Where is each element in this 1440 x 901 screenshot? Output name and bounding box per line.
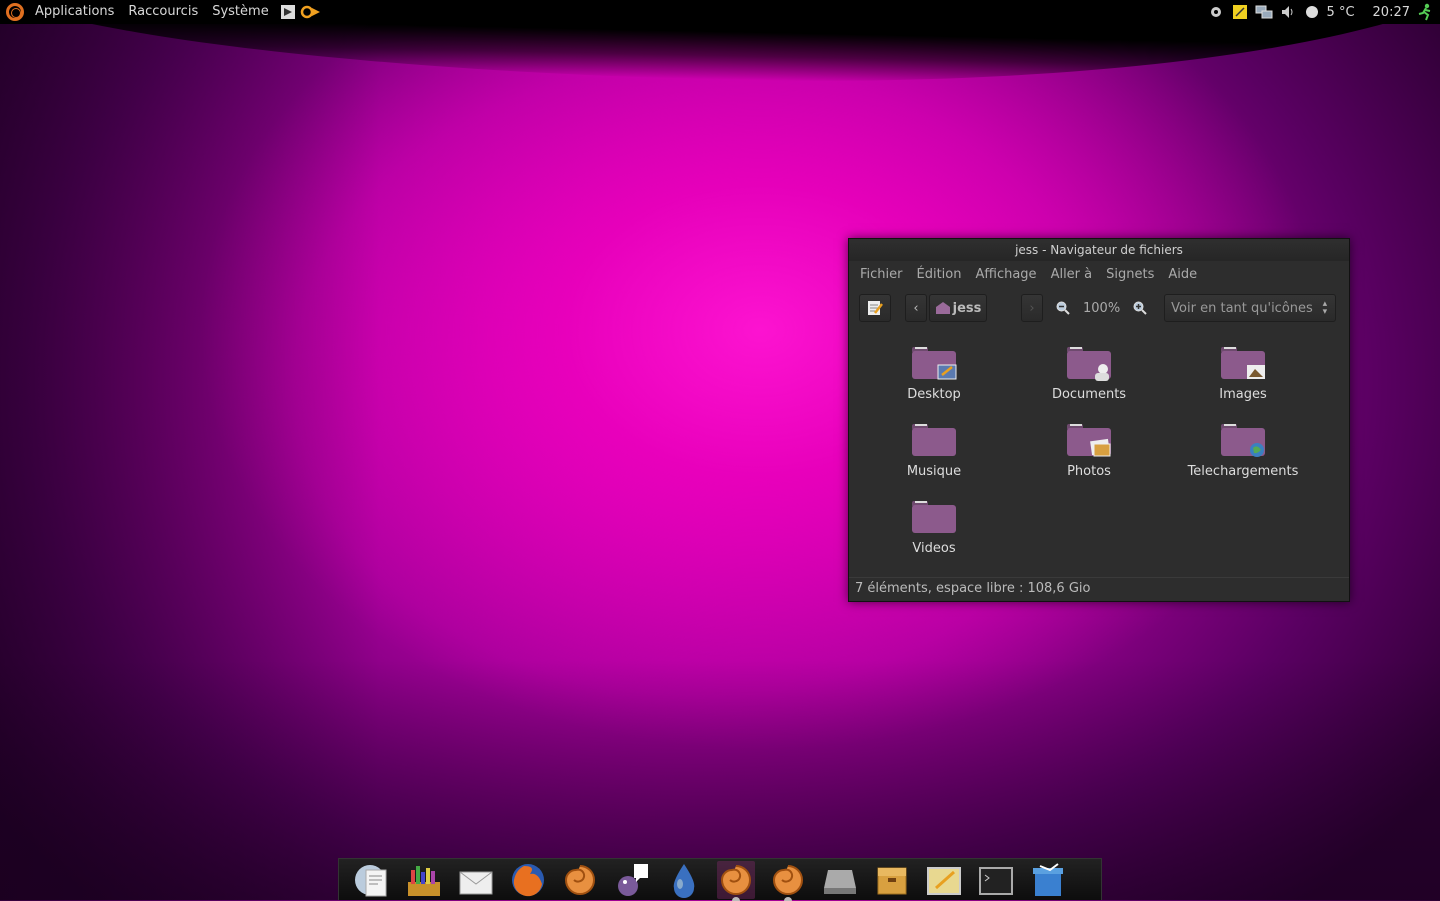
folder-telechargements[interactable]: Telechargements [1168, 420, 1318, 479]
dock-pidgin[interactable] [613, 861, 651, 899]
menu-fichier[interactable]: Fichier [853, 267, 910, 282]
chevron-right-icon: › [1029, 300, 1035, 316]
firefox-icon [512, 863, 544, 896]
shutdown-runner-icon[interactable] [1416, 3, 1434, 21]
menu-signets[interactable]: Signets [1099, 267, 1161, 282]
pidgin-icon [618, 863, 648, 896]
folder-label: Telechargements [1187, 464, 1299, 479]
zoom-in-icon[interactable] [1132, 300, 1148, 316]
weather-cloud-icon[interactable] [1303, 3, 1321, 21]
dock-notes[interactable] [925, 861, 963, 899]
folder-musique[interactable]: Musique [859, 420, 1009, 479]
weather-temperature[interactable]: 5 °C [1327, 5, 1355, 20]
chevron-left-icon: ‹ [913, 300, 919, 316]
menu-aller[interactable]: Aller à [1044, 267, 1100, 282]
gimp-launcher-icon[interactable] [280, 4, 296, 20]
folder-images[interactable]: Images [1168, 343, 1318, 402]
applications-menu[interactable]: Applications [28, 0, 121, 24]
top-panel: Applications Raccourcis Système 5 °C 20:… [0, 0, 1440, 24]
home-folder-icon [935, 302, 950, 314]
ojo-launcher-icon[interactable] [300, 4, 322, 20]
folder-photos[interactable]: Photos [1014, 420, 1164, 479]
zoom-level: 100% [1083, 300, 1121, 316]
shortcuts-menu[interactable]: Raccourcis [121, 0, 205, 24]
location-mode-button[interactable] [859, 294, 891, 322]
folder-label: Musique [906, 464, 962, 479]
settings-gear-icon[interactable] [1207, 3, 1225, 21]
terminal-icon [979, 866, 1013, 895]
archive-icon [877, 867, 907, 894]
dock-library[interactable] [405, 861, 443, 899]
folder-label: Videos [912, 541, 956, 556]
nautilus-running-icon [772, 864, 803, 895]
folder-desktop[interactable]: Desktop [859, 343, 1009, 402]
clock[interactable]: 20:27 [1373, 5, 1410, 20]
menu-edition[interactable]: Édition [910, 267, 969, 282]
dock-nautilus[interactable] [561, 861, 599, 899]
folder-download-icon [1221, 424, 1265, 457]
dock-trash[interactable] [1029, 861, 1067, 899]
dock-nautilus-active[interactable] [717, 860, 755, 901]
nautilus-active-icon [720, 864, 751, 895]
nautilus-icon [564, 864, 595, 895]
ubuntu-logo-icon[interactable] [6, 3, 24, 21]
dock-mail[interactable] [457, 861, 495, 899]
dock-archive[interactable] [873, 861, 911, 899]
folder-photos-icon [1067, 424, 1111, 457]
notes-icon [927, 866, 961, 895]
notes-icon[interactable] [1231, 3, 1249, 21]
deluge-icon [673, 863, 695, 898]
status-bar: 7 éléments, espace libre : 108,6 Gio [849, 577, 1349, 601]
path-bar-jess[interactable]: jess [929, 294, 987, 322]
folder-desktop-icon [912, 347, 957, 380]
file-manager-window: jess - Navigateur de fichiers Fichier Éd… [848, 238, 1350, 602]
volume-icon[interactable] [1279, 3, 1297, 21]
folder-label: Images [1219, 387, 1267, 402]
dock-drive[interactable] [821, 861, 859, 899]
folder-videos-icon [912, 501, 956, 533]
back-button[interactable]: ‹ [905, 294, 927, 322]
zoom-out-icon[interactable] [1055, 300, 1071, 316]
dock-nautilus-running[interactable] [769, 861, 807, 901]
system-tray: 5 °C 20:27 [1207, 3, 1440, 21]
dock-firefox[interactable] [509, 861, 547, 899]
window-title[interactable]: jess - Navigateur de fichiers [849, 239, 1349, 261]
toolbar: ‹ jess › 100% Voir en tant qu'icônes ▴ ▾ [849, 287, 1349, 329]
icon-view: Desktop Documents Images Musique Photos … [855, 335, 1343, 571]
view-mode-select[interactable]: Voir en tant qu'icônes ▴ ▾ [1164, 294, 1337, 322]
folder-label: Desktop [907, 387, 961, 402]
folder-music-icon [912, 424, 956, 456]
dock-terminal[interactable] [977, 861, 1015, 899]
dock [338, 858, 1102, 901]
document-viewer-icon [355, 864, 387, 896]
library-icon [408, 865, 440, 896]
system-menu[interactable]: Système [205, 0, 275, 24]
menu-affichage[interactable]: Affichage [968, 267, 1043, 282]
folder-label: Documents [1051, 387, 1127, 402]
network-icon[interactable] [1255, 3, 1273, 21]
panel-menus: Applications Raccourcis Système [0, 0, 322, 24]
folder-label: Photos [1067, 464, 1111, 479]
dock-deluge[interactable] [665, 861, 703, 899]
trash-icon [1033, 862, 1063, 896]
drive-icon [824, 869, 856, 894]
menu-bar: Fichier Édition Affichage Aller à Signet… [849, 261, 1349, 287]
edit-location-icon [868, 301, 883, 315]
folder-images-icon [1221, 347, 1265, 379]
forward-button[interactable]: › [1021, 294, 1043, 322]
folder-documents[interactable]: Documents [1014, 343, 1164, 402]
updown-arrows-icon: ▴ ▾ [1322, 299, 1328, 317]
folder-videos[interactable]: Videos [859, 497, 1009, 556]
folder-documents-icon [1067, 347, 1111, 381]
view-mode-value: Voir en tant qu'icônes [1171, 300, 1313, 316]
dock-document-viewer[interactable] [353, 861, 391, 899]
path-bar-label: jess [952, 300, 982, 316]
menu-aide[interactable]: Aide [1161, 267, 1204, 282]
mail-icon [459, 871, 493, 894]
